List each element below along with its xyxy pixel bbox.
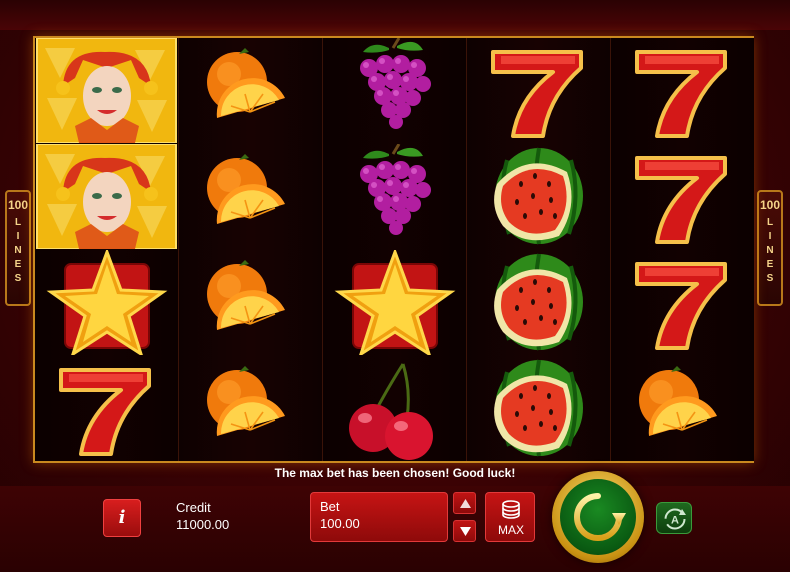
- star-symbol: [35, 250, 178, 355]
- cherries-icon: [349, 363, 433, 460]
- lines-letter: S: [14, 273, 22, 284]
- spin-button-face: [560, 479, 636, 555]
- reel-divider: [178, 38, 179, 461]
- reel-divider: [610, 38, 611, 461]
- reel-1: [35, 38, 178, 461]
- max-bet-label: MAX: [497, 523, 524, 537]
- reel-divider: [322, 38, 323, 461]
- seven-icon: [635, 262, 727, 350]
- watermelon-icon: [494, 147, 583, 245]
- watermelon-symbol: [467, 356, 610, 461]
- status-message: The max bet has been chosen! Good luck!: [274, 466, 516, 480]
- top-bar: [0, 0, 790, 30]
- orange-icon: [207, 260, 285, 330]
- grapes-symbol: [323, 38, 466, 143]
- orange-icon: [207, 154, 285, 224]
- spin-arrow-icon: [574, 493, 626, 541]
- orange-symbol: [179, 144, 322, 249]
- orange-symbol: [611, 356, 754, 461]
- lines-letter: I: [768, 231, 772, 242]
- orange-icon: [207, 48, 285, 118]
- watermelon-symbol: [467, 250, 610, 355]
- seven-icon: [635, 50, 727, 138]
- grapes-symbol: [323, 144, 466, 249]
- seven-symbol: [35, 356, 178, 461]
- bet-decrease-button[interactable]: [453, 520, 476, 542]
- bet-increase-button[interactable]: [453, 492, 476, 514]
- seven-icon: [59, 368, 151, 456]
- reel-2: [179, 38, 322, 461]
- joker-symbol: [35, 38, 178, 143]
- info-button[interactable]: i: [103, 499, 141, 537]
- lines-letter: E: [766, 259, 774, 270]
- star-icon: [334, 250, 456, 355]
- credit-value: 11000.00: [176, 517, 230, 532]
- lines-count: 100: [759, 198, 781, 212]
- svg-text:A: A: [671, 515, 679, 527]
- lines-letter: N: [14, 245, 22, 256]
- reel-3: [323, 38, 466, 461]
- orange-symbol: [179, 356, 322, 461]
- seven-icon: [491, 50, 583, 138]
- autoplay-button[interactable]: A: [656, 502, 692, 534]
- bet-value: 100.00: [320, 516, 360, 531]
- max-bet-button[interactable]: MAX: [485, 492, 535, 542]
- lines-letter: N: [766, 245, 774, 256]
- joker-icon: [36, 38, 177, 143]
- reel-5: [611, 38, 754, 461]
- orange-icon: [207, 366, 285, 436]
- triangle-down-icon: [460, 527, 471, 536]
- credit-label: Credit: [176, 500, 211, 515]
- star-symbol: [323, 250, 466, 355]
- seven-symbol: [611, 38, 754, 143]
- reel-frame: [33, 36, 754, 463]
- joker-icon: [36, 144, 177, 249]
- grapes-icon: [360, 38, 431, 129]
- grapes-icon: [360, 144, 431, 235]
- lines-letter: L: [14, 217, 22, 228]
- lines-badge-right: 100 LINES: [757, 190, 783, 306]
- lines-letter: S: [766, 273, 774, 284]
- spin-button[interactable]: [552, 471, 644, 563]
- watermelon-icon: [494, 253, 583, 351]
- orange-symbol: [179, 38, 322, 143]
- bet-display: Bet 100.00: [310, 492, 448, 542]
- reel-divider: [466, 38, 467, 461]
- triangle-up-icon: [460, 499, 471, 508]
- lines-word: LINES: [7, 216, 29, 286]
- orange-icon: [639, 366, 717, 436]
- lines-badge-left: 100 LINES: [5, 190, 31, 306]
- lines-letter: E: [14, 259, 22, 270]
- seven-symbol: [467, 38, 610, 143]
- watermelon-icon: [494, 359, 583, 457]
- joker-symbol: [35, 144, 178, 249]
- autoplay-icon: A: [664, 508, 686, 530]
- lines-letter: L: [766, 217, 774, 228]
- cherries-symbol: [323, 356, 466, 461]
- lines-count: 100: [7, 198, 29, 212]
- orange-symbol: [179, 250, 322, 355]
- lines-word: LINES: [759, 216, 781, 286]
- lines-letter: I: [16, 231, 20, 242]
- seven-icon: [635, 156, 727, 244]
- seven-symbol: [611, 144, 754, 249]
- reel-4: [467, 38, 610, 461]
- coin-stack-icon: [502, 500, 520, 519]
- star-icon: [46, 250, 168, 355]
- seven-symbol: [611, 250, 754, 355]
- info-icon: i: [118, 507, 126, 528]
- bet-label: Bet: [320, 499, 340, 514]
- watermelon-symbol: [467, 144, 610, 249]
